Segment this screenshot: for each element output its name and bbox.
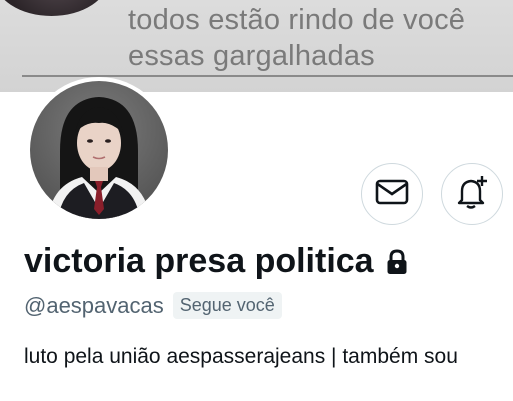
profile-handle-row: @aespavacas Segue você bbox=[24, 292, 282, 319]
profile-banner[interactable]: todos estão rindo de você essas gargalha… bbox=[0, 0, 513, 92]
display-name-text: victoria presa politica bbox=[24, 242, 374, 280]
follows-you-badge: Segue você bbox=[172, 292, 282, 319]
profile-display-name: victoria presa politica bbox=[24, 242, 408, 281]
notify-button[interactable] bbox=[441, 163, 503, 225]
banner-line-1: todos estão rindo de você bbox=[128, 4, 466, 36]
bell-plus-icon bbox=[453, 173, 491, 216]
profile-page: todos estão rindo de você essas gargalha… bbox=[0, 0, 513, 401]
message-button[interactable] bbox=[361, 163, 423, 225]
envelope-icon bbox=[375, 178, 409, 211]
profile-bio: luto pela união aespasserajeans | também… bbox=[24, 345, 458, 368]
profile-handle: @aespavacas bbox=[24, 292, 164, 318]
avatar-illustration bbox=[48, 97, 150, 219]
banner-line-2: essas gargalhadas bbox=[128, 40, 375, 72]
banner-meme-text: todos estão rindo de você essas gargalha… bbox=[128, 2, 465, 74]
banner-meme-avatar bbox=[0, 0, 109, 16]
lock-icon bbox=[386, 248, 408, 275]
avatar-photo bbox=[30, 81, 168, 219]
profile-avatar[interactable] bbox=[26, 77, 172, 223]
